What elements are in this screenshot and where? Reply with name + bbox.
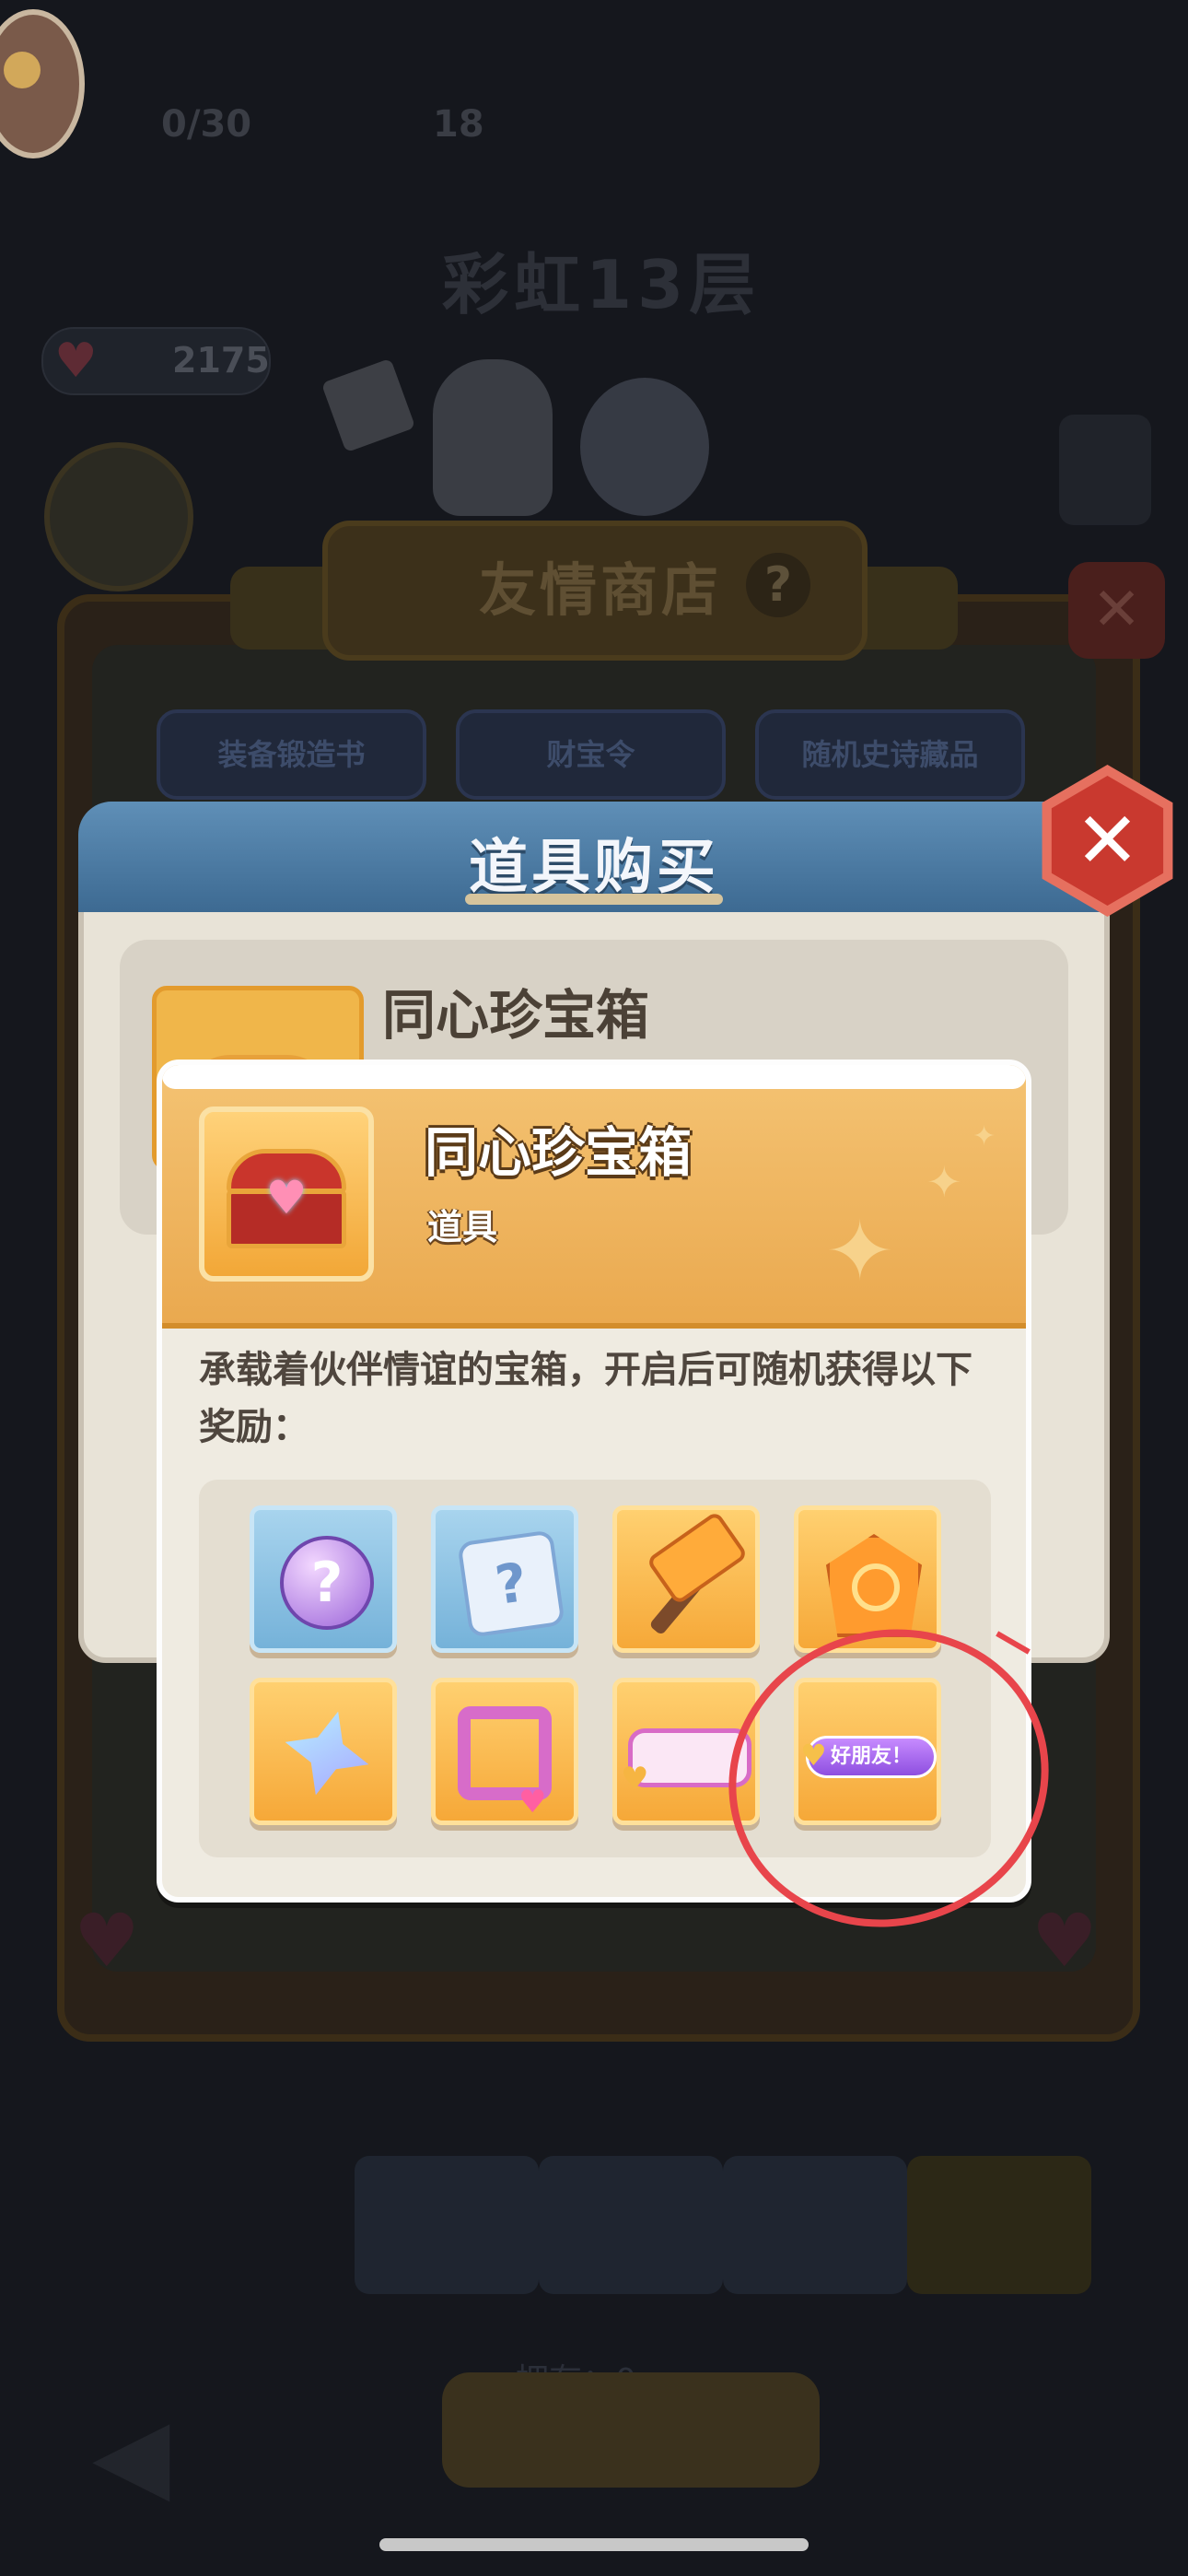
reward-slot[interactable] bbox=[612, 1505, 760, 1653]
hearts-count: 2175 bbox=[172, 340, 270, 381]
sparkle-icon: ✦ bbox=[926, 1157, 962, 1207]
side-menu-button[interactable] bbox=[1059, 415, 1151, 525]
purchase-item-name: 同心珍宝箱 bbox=[382, 984, 650, 1047]
hearts-currency: ♥ 2175 bbox=[41, 327, 271, 395]
bottom-item-slot[interactable] bbox=[539, 2156, 723, 2294]
reward-slot[interactable]: ♥ bbox=[431, 1678, 578, 1825]
resource-text: 18 bbox=[433, 103, 484, 146]
axe-icon bbox=[320, 357, 416, 453]
tooltip-description: 承载着伙伴情谊的宝箱，开启后可随机获得以下奖励： bbox=[199, 1349, 973, 1448]
tab-treasure-token[interactable]: 财宝令 bbox=[456, 709, 726, 800]
reward-slot[interactable]: ? bbox=[250, 1505, 397, 1653]
shop-close-button[interactable]: ✕ bbox=[1068, 562, 1165, 659]
tab-random-epic[interactable]: 随机史诗藏品 bbox=[755, 709, 1025, 800]
help-button[interactable]: ? bbox=[746, 553, 810, 617]
decor-heart-icon: ♥ bbox=[1031, 1898, 1098, 1984]
sparkle-icon: ✦ bbox=[825, 1203, 895, 1300]
snow-trim bbox=[162, 1065, 1026, 1089]
progress-text: 0/30 bbox=[161, 103, 252, 146]
sparkle-icon: ✦ bbox=[973, 1120, 996, 1153]
tooltip-item-type: 道具 bbox=[427, 1207, 498, 1247]
star-crystal-icon bbox=[274, 1700, 379, 1806]
player-avatar[interactable] bbox=[0, 9, 85, 158]
cat-character bbox=[580, 378, 709, 516]
heart-icon: ♥ bbox=[54, 334, 98, 389]
shop-characters bbox=[320, 341, 774, 544]
bottom-item-slot[interactable] bbox=[723, 2156, 907, 2294]
bottom-item-slot[interactable] bbox=[907, 2156, 1091, 2294]
purple-question-orb-icon: ? bbox=[280, 1536, 374, 1630]
decor-heart-icon: ♥ bbox=[74, 1898, 140, 1984]
back-arrow-icon[interactable]: ◀ bbox=[92, 2395, 170, 2513]
knight-character bbox=[433, 359, 553, 516]
question-scroll-icon: ? bbox=[457, 1529, 565, 1638]
purchase-dialog-title: 道具购买 bbox=[469, 834, 719, 902]
tooltip-item-name: 同心珍宝箱 bbox=[425, 1121, 693, 1184]
tooltip-header: ✦ ✦ ✦ ♥ 同心珍宝箱 道具 bbox=[162, 1065, 1026, 1329]
home-indicator[interactable] bbox=[379, 2538, 809, 2551]
heart-treasure-chest-icon: ♥ bbox=[227, 1149, 346, 1248]
event-button[interactable] bbox=[44, 442, 193, 591]
tab-equipment-book[interactable]: 装备锻造书 bbox=[157, 709, 426, 800]
buy-button-bg[interactable] bbox=[442, 2372, 820, 2488]
bottom-item-slot[interactable] bbox=[355, 2156, 539, 2294]
tooltip-item-icon: ♥ bbox=[199, 1107, 374, 1282]
reward-slot[interactable] bbox=[250, 1678, 397, 1825]
shop-title: 友情商店 bbox=[479, 556, 723, 624]
close-icon: ✕ bbox=[1075, 795, 1140, 885]
header-ornament bbox=[465, 894, 723, 905]
purchase-close-button[interactable]: ✕ bbox=[1031, 765, 1183, 917]
reward-slot[interactable]: ? bbox=[431, 1505, 578, 1653]
level-title: 彩虹13层 bbox=[442, 246, 762, 323]
